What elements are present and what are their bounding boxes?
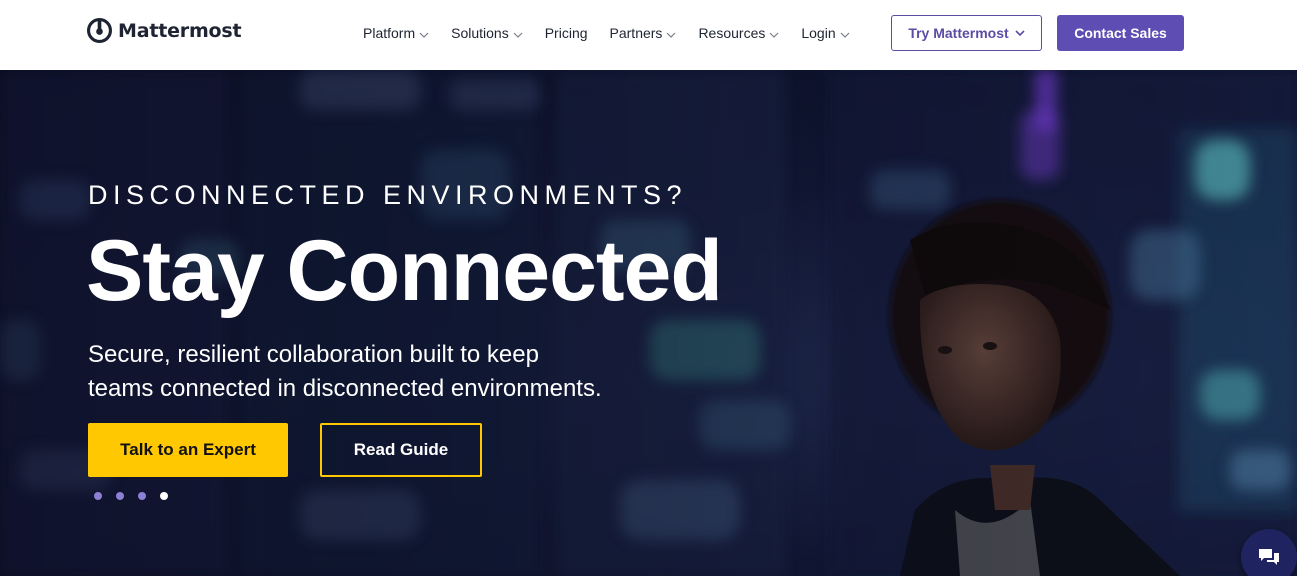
chat-icon bbox=[1259, 549, 1279, 565]
main-nav: Platform Solutions Pricing Partners Reso… bbox=[363, 23, 872, 43]
chevron-down-icon bbox=[840, 32, 850, 38]
nav-item-solutions[interactable]: Solutions bbox=[451, 25, 523, 41]
nav-item-platform[interactable]: Platform bbox=[363, 25, 429, 41]
nav-item-label: Platform bbox=[363, 25, 416, 41]
try-mattermost-button[interactable]: Try Mattermost bbox=[891, 15, 1042, 51]
chevron-down-icon bbox=[769, 32, 779, 38]
hero-subhead-line-1: Secure, resilient collaboration built to… bbox=[88, 341, 539, 368]
contact-sales-button[interactable]: Contact Sales bbox=[1057, 15, 1184, 51]
chevron-down-icon bbox=[513, 32, 523, 38]
hero-subhead: Secure, resilient collaboration built to… bbox=[88, 338, 668, 406]
brand-name: Mattermost bbox=[118, 19, 242, 42]
nav-item-pricing[interactable]: Pricing bbox=[545, 25, 588, 41]
nav-item-label: Login bbox=[801, 25, 836, 41]
nav-item-label: Pricing bbox=[544, 25, 588, 41]
site-header: Mattermost Platform Solutions Pricing Pa… bbox=[0, 0, 1297, 70]
hero-section: DISCONNECTED ENVIRONMENTS? Stay Connecte… bbox=[0, 70, 1297, 576]
mattermost-logo-icon bbox=[87, 18, 112, 43]
carousel-dot[interactable] bbox=[116, 492, 124, 500]
chevron-down-icon bbox=[419, 32, 429, 38]
brand-logo[interactable]: Mattermost bbox=[87, 18, 242, 43]
carousel-dot[interactable] bbox=[138, 492, 146, 500]
nav-item-partners[interactable]: Partners bbox=[610, 25, 677, 41]
nav-item-label: Partners bbox=[609, 25, 663, 41]
hero-headline: Stay Connected bbox=[86, 223, 723, 319]
chevron-down-icon bbox=[1015, 30, 1025, 36]
nav-item-login[interactable]: Login bbox=[801, 25, 850, 41]
chat-button[interactable] bbox=[1241, 529, 1297, 576]
carousel-dot[interactable] bbox=[94, 492, 102, 500]
nav-item-label: Solutions bbox=[451, 25, 509, 41]
carousel-dot-active[interactable] bbox=[160, 492, 168, 500]
read-guide-button[interactable]: Read Guide bbox=[320, 423, 482, 477]
nav-item-label: Resources bbox=[698, 25, 766, 41]
chevron-down-icon bbox=[667, 32, 676, 38]
talk-to-expert-button[interactable]: Talk to an Expert bbox=[88, 423, 288, 477]
carousel-dots bbox=[94, 492, 168, 500]
hero-overlay bbox=[0, 70, 1297, 576]
hero-eyebrow: DISCONNECTED ENVIRONMENTS? bbox=[88, 180, 688, 210]
nav-item-resources[interactable]: Resources bbox=[698, 25, 779, 41]
try-mattermost-label: Try Mattermost bbox=[908, 25, 1009, 41]
hero-subhead-line-2: teams connected in disconnected environm… bbox=[88, 375, 602, 402]
